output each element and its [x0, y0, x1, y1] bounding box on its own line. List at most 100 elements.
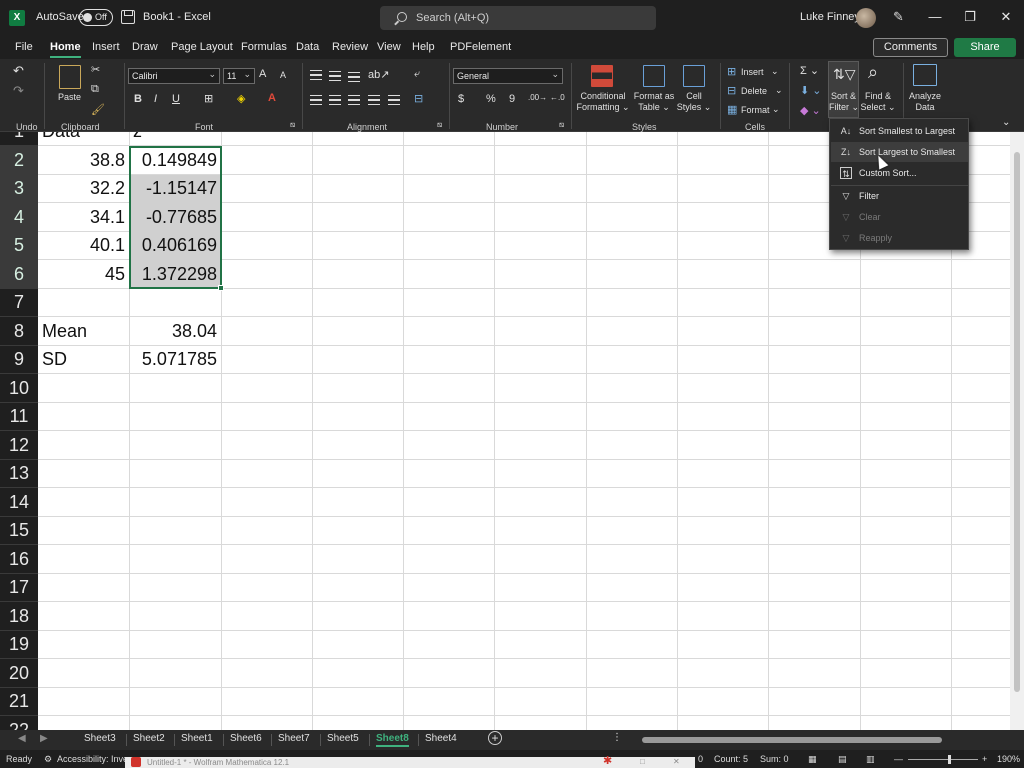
row-header-11[interactable]: 11: [0, 402, 38, 431]
tab-file[interactable]: File: [15, 41, 33, 53]
autosave-toggle[interactable]: Off: [79, 9, 113, 26]
cell-a4[interactable]: 34.1: [38, 203, 129, 232]
format-as-table-button[interactable]: Format as Table ⌄: [630, 91, 678, 113]
cell-b9[interactable]: 5.071785: [129, 345, 221, 374]
fill-color-icon[interactable]: ◈: [237, 92, 245, 105]
page-layout-view-icon[interactable]: ▤: [838, 754, 847, 765]
minimize-button[interactable]: —: [925, 8, 945, 26]
insert-cells-icon[interactable]: ⊞: [727, 65, 736, 78]
tab-formulas[interactable]: Formulas: [241, 41, 287, 53]
copy-icon[interactable]: ⧉: [91, 83, 99, 96]
insert-cells-button[interactable]: Insert: [741, 67, 764, 77]
row-header-2[interactable]: 2: [0, 146, 38, 175]
tab-options-icon[interactable]: ⋮: [612, 732, 622, 743]
scroll-tabs-left-icon[interactable]: ◀: [18, 733, 26, 744]
tab-help[interactable]: Help: [412, 41, 435, 53]
row-header-10[interactable]: 10: [0, 374, 38, 403]
delete-cells-icon[interactable]: ⊟: [727, 84, 736, 97]
align-middle-icon[interactable]: [329, 71, 341, 81]
font-dialog-launcher-icon[interactable]: ⧅: [290, 120, 295, 130]
orientation-icon[interactable]: ab↗: [368, 68, 389, 81]
format-painter-icon[interactable]: 🖌: [91, 103, 105, 116]
conditional-formatting-button[interactable]: Conditional Formatting ⌄: [576, 91, 630, 113]
row-header-17[interactable]: 17: [0, 573, 38, 602]
find-icon[interactable]: ⌕: [868, 62, 878, 83]
row-header-15[interactable]: 15: [0, 516, 38, 545]
row-header-14[interactable]: 14: [0, 488, 38, 517]
align-bottom-icon[interactable]: [348, 72, 360, 82]
format-as-table-icon[interactable]: [643, 65, 665, 87]
horizontal-scrollbar[interactable]: [632, 735, 1008, 745]
italic-icon[interactable]: I: [154, 93, 157, 105]
format-cells-icon[interactable]: ▦: [727, 103, 737, 116]
fill-icon[interactable]: ⬇ ⌄: [800, 84, 822, 97]
overlapping-window-strip[interactable]: Untitled-1 * - Wolfram Mathematica 12.1 …: [125, 755, 695, 768]
find-select-button[interactable]: Find & Select ⌄: [859, 91, 897, 113]
row-header-18[interactable]: 18: [0, 602, 38, 631]
accessibility-status[interactable]: Accessibility: Inves: [57, 754, 133, 764]
merge-center-icon[interactable]: ⊟: [414, 92, 423, 105]
sheet-tab-sheet5[interactable]: Sheet5: [327, 733, 359, 744]
increase-font-icon[interactable]: A: [259, 68, 266, 80]
row-header-20[interactable]: 20: [0, 659, 38, 688]
sheet-tab-sheet2[interactable]: Sheet2: [133, 733, 165, 744]
vertical-scroll-thumb[interactable]: [1014, 152, 1020, 692]
collapse-ribbon-icon[interactable]: ⌄: [1002, 117, 1010, 128]
sheet-tab-sheet4[interactable]: Sheet4: [425, 733, 457, 744]
sheet-tab-sheet6[interactable]: Sheet6: [230, 733, 262, 744]
menu-filter[interactable]: ▽ Filter: [831, 186, 968, 206]
row-header-9[interactable]: 9: [0, 345, 38, 374]
increase-decimal-icon[interactable]: .00→: [528, 93, 547, 102]
tab-draw[interactable]: Draw: [132, 41, 158, 53]
tab-data[interactable]: Data: [296, 41, 319, 53]
close-button[interactable]: ✕: [996, 8, 1016, 26]
cell-b8[interactable]: 38.04: [129, 317, 221, 346]
pen-icon[interactable]: ✎: [893, 10, 907, 24]
number-format-combo[interactable]: General: [453, 67, 563, 84]
tab-view[interactable]: View: [377, 41, 401, 53]
cell-b3[interactable]: -1.15147: [129, 174, 221, 203]
row-header-8[interactable]: 8: [0, 317, 38, 346]
cut-icon[interactable]: ✂: [91, 63, 100, 76]
borders-icon[interactable]: ⊞: [204, 92, 213, 105]
zoom-out-icon[interactable]: —: [894, 754, 903, 764]
align-right-icon[interactable]: [348, 95, 360, 105]
horizontal-scroll-thumb[interactable]: [642, 737, 942, 743]
wrap-text-icon[interactable]: ⤶: [414, 68, 420, 81]
row-header-7[interactable]: 7: [0, 288, 38, 317]
normal-view-icon[interactable]: ▦: [808, 754, 817, 765]
font-size-combo[interactable]: 11: [223, 67, 255, 84]
analyze-data-icon[interactable]: [913, 64, 937, 86]
sheet-tab-sheet7[interactable]: Sheet7: [278, 733, 310, 744]
maximize-button[interactable]: ❐: [960, 8, 980, 26]
comments-button[interactable]: Comments: [873, 38, 948, 57]
row-header-21[interactable]: 21: [0, 687, 38, 716]
row-header-12[interactable]: 12: [0, 431, 38, 460]
conditional-formatting-icon[interactable]: [591, 65, 613, 87]
delete-cells-button[interactable]: Delete: [741, 86, 767, 96]
vertical-scrollbar[interactable]: [1010, 132, 1024, 730]
autosum-icon[interactable]: Σ ⌄: [800, 64, 819, 77]
overlapping-window-close-icon[interactable]: ✕: [673, 757, 680, 766]
currency-icon[interactable]: $: [458, 93, 464, 105]
cell-b6[interactable]: 1.372298: [129, 260, 221, 289]
format-cells-button[interactable]: Format: [741, 105, 770, 115]
sheet-tab-sheet1[interactable]: Sheet1: [181, 733, 213, 744]
page-break-view-icon[interactable]: ▥: [866, 754, 875, 765]
decrease-indent-icon[interactable]: [368, 95, 380, 105]
tab-home[interactable]: Home: [50, 41, 81, 58]
delete-dropdown-icon[interactable]: ⌄: [775, 85, 783, 96]
sheet-tab-sheet8[interactable]: Sheet8: [376, 733, 409, 747]
menu-custom-sort[interactable]: ⇅ Custom Sort...: [831, 163, 968, 183]
cell-a5[interactable]: 40.1: [38, 231, 129, 260]
underline-icon[interactable]: U: [172, 93, 180, 105]
cell-a1[interactable]: Data: [38, 132, 84, 146]
insert-dropdown-icon[interactable]: ⌄: [771, 66, 779, 77]
sheet-tab-sheet3[interactable]: Sheet3: [84, 733, 116, 744]
sort-filter-button[interactable]: ⇅▽ Sort & Filter ⌄: [828, 61, 859, 118]
paste-label[interactable]: Paste: [58, 92, 81, 103]
cell-a3[interactable]: 32.2: [38, 174, 129, 203]
cell-b5[interactable]: 0.406169: [129, 231, 221, 260]
cell-a9[interactable]: SD: [38, 345, 71, 374]
cell-a6[interactable]: 45: [38, 260, 129, 289]
